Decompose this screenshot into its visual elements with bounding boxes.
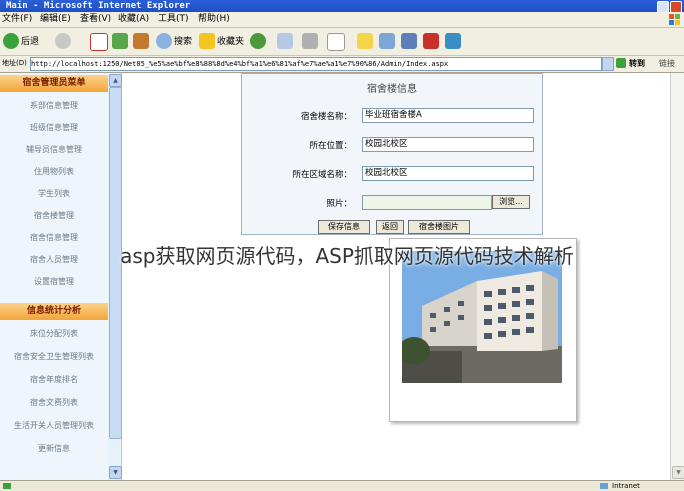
sidebar-item[interactable]: 系部信息管理 (0, 95, 108, 117)
address-input[interactable]: http://localhost:1250/Net05_%e5%ae%bf%e8… (30, 57, 602, 71)
xp-flag-logo (669, 14, 680, 25)
area-name-input[interactable]: 校园北校区 (362, 166, 534, 181)
main-scrollbar[interactable]: ▼ (670, 73, 684, 480)
go-arrow-icon[interactable] (616, 58, 626, 68)
sidebar-item[interactable]: 宿舍年度排名 (0, 369, 108, 391)
menu-file[interactable]: 文件(F) (2, 14, 32, 25)
refresh-icon[interactable] (112, 33, 128, 49)
sidebar-item[interactable]: 班级信息管理 (0, 117, 108, 139)
menu-tools[interactable]: 工具(T) (158, 14, 189, 25)
overlay-caption: asp获取网页源代码，ASP抓取网页源代码技术解析 (120, 244, 574, 268)
field-label-building-name: 宿舍楼名称： (300, 112, 352, 122)
sidebar: 宿舍管理员菜单 系部信息管理 班级信息管理 辅导员信息管理 住用物列表 学生列表… (0, 73, 109, 480)
sidebar-section-dorm-admin[interactable]: 宿舍管理员菜单 (0, 75, 108, 92)
browse-button[interactable]: 浏览... (492, 195, 530, 209)
scroll-up-icon[interactable]: ▲ (109, 74, 122, 87)
links-button[interactable]: 链接 (659, 58, 675, 69)
research-icon[interactable] (401, 33, 417, 49)
mail-icon[interactable] (277, 33, 293, 49)
menu-edit[interactable]: 编辑(E) (40, 14, 71, 25)
field-label-area-name: 所在区域名称： (292, 170, 352, 180)
window-titlebar: Main - Microsoft Internet Explorer (0, 0, 684, 13)
main-scroll-down-icon[interactable]: ▼ (672, 466, 684, 479)
address-url: http://localhost:1250/Net05_%e5%ae%bf%e8… (31, 60, 449, 68)
save-button[interactable]: 保存信息 (318, 220, 370, 234)
form-title: 宿舍楼信息 (367, 84, 417, 95)
print-icon[interactable] (302, 33, 318, 49)
sidebar-item[interactable]: 设置宿管理 (0, 271, 108, 293)
search-button[interactable]: 搜索 (174, 34, 192, 50)
menu-help[interactable]: 帮助(H) (198, 14, 230, 25)
menu-view[interactable]: 查看(V) (80, 14, 111, 25)
address-label: 地址(D) (2, 59, 27, 67)
photo-file-input[interactable] (362, 195, 492, 210)
sidebar-scrollbar[interactable]: ▲ ▼ (108, 73, 122, 480)
go-button[interactable]: 转到 (629, 58, 645, 69)
discuss-icon[interactable] (445, 33, 461, 49)
dorm-building-form: 宿舍楼信息 宿舍楼名称： 毕业班宿舍楼A 所在位置： 校园北校区 所在区域名称：… (241, 73, 543, 235)
tool-icon[interactable] (423, 33, 439, 49)
building-name-input[interactable]: 毕业班宿舍楼A (362, 108, 534, 123)
back-button[interactable]: 后退 (21, 34, 39, 50)
favorites-star-icon[interactable] (199, 33, 215, 49)
messenger-icon[interactable] (379, 33, 395, 49)
edit-icon[interactable] (327, 33, 345, 51)
page-done-icon (3, 483, 11, 489)
sidebar-item[interactable]: 生活开关人员管理列表 (0, 415, 108, 437)
forward-arrow-icon[interactable] (55, 33, 71, 49)
history-icon[interactable] (250, 33, 266, 49)
field-label-photo: 照片： (326, 199, 352, 209)
sidebar-item[interactable]: 宿舍楼管理 (0, 205, 108, 227)
building-photo (402, 251, 562, 383)
toolbar: 后退 搜索 收藏夹 (0, 28, 684, 56)
notes-icon[interactable] (357, 33, 373, 49)
favorites-button[interactable]: 收藏夹 (217, 34, 244, 50)
sidebar-item[interactable]: 住用物列表 (0, 161, 108, 183)
building-photo-button[interactable]: 宿舍楼图片 (408, 220, 470, 234)
sidebar-item[interactable]: 床位分配列表 (0, 323, 108, 345)
sidebar-section-statistics[interactable]: 信息统计分析 (0, 303, 108, 320)
status-bar: Intranet (0, 480, 684, 491)
back-arrow-icon[interactable] (3, 33, 19, 49)
sidebar-item[interactable]: 更新信息 (0, 438, 108, 460)
page-viewport: 宿舍管理员菜单 系部信息管理 班级信息管理 辅导员信息管理 住用物列表 学生列表… (0, 73, 684, 480)
intranet-zone-icon (600, 483, 608, 489)
address-dropdown[interactable] (602, 57, 614, 71)
sidebar-item[interactable]: 辅导员信息管理 (0, 139, 108, 161)
sidebar-item[interactable]: 宿舍安全卫生管理列表 (0, 346, 108, 368)
location-input[interactable]: 校园北校区 (362, 137, 534, 152)
field-label-location: 所在位置： (309, 141, 352, 151)
sidebar-item[interactable]: 宿舍文费列表 (0, 392, 108, 414)
menu-bar: 文件(F) 编辑(E) 查看(V) 收藏(A) 工具(T) 帮助(H) (0, 12, 684, 28)
search-icon[interactable] (156, 33, 172, 49)
menu-favorites[interactable]: 收藏(A) (118, 14, 149, 25)
address-bar: 地址(D) http://localhost:1250/Net05_%e5%ae… (0, 56, 684, 73)
home-icon[interactable] (133, 33, 149, 49)
window-title: Main - Microsoft Internet Explorer (6, 1, 191, 11)
sidebar-item[interactable]: 学生列表 (0, 183, 108, 205)
stop-icon[interactable] (90, 33, 108, 51)
scroll-down-icon[interactable]: ▼ (109, 466, 122, 479)
back-link-button[interactable]: 返回 (376, 220, 404, 234)
